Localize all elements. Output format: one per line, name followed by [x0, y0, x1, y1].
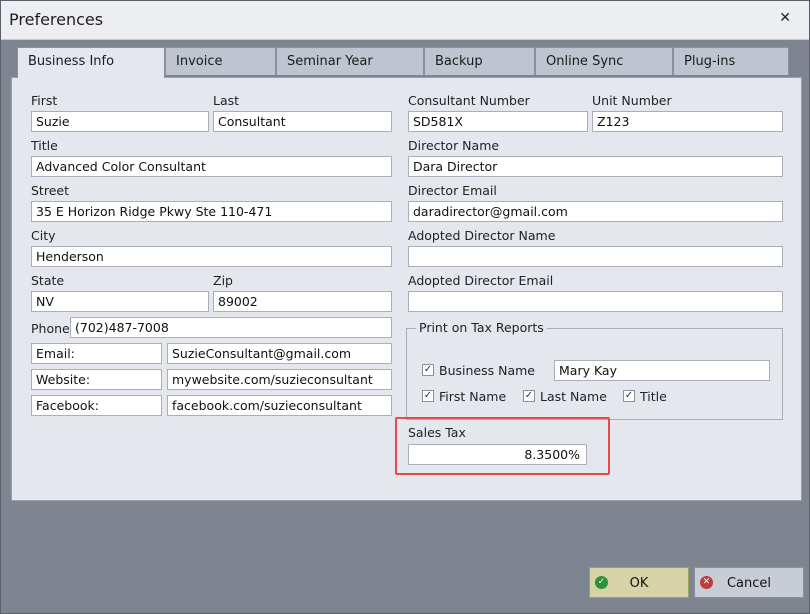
first-label: First	[31, 93, 58, 108]
last-name-label: Last Name	[540, 389, 607, 404]
adopted-director-name-label: Adopted Director Name	[408, 228, 556, 243]
tab-plug-ins[interactable]: Plug-ins	[673, 47, 789, 75]
director-email-label: Director Email	[408, 183, 497, 198]
city-input[interactable]: Henderson	[31, 246, 392, 267]
director-name-input[interactable]: Dara Director	[408, 156, 783, 177]
ok-button[interactable]: ✓ OK	[589, 567, 689, 598]
street-label: Street	[31, 183, 69, 198]
state-input[interactable]: NV	[31, 291, 209, 312]
tab-invoice[interactable]: Invoice	[165, 47, 276, 75]
website-type-label[interactable]: Website:	[31, 369, 162, 390]
phone-label: Phone	[31, 321, 70, 336]
adopted-director-name-input[interactable]	[408, 246, 783, 267]
state-label: State	[31, 273, 65, 288]
tab-online-sync[interactable]: Online Sync	[535, 47, 673, 75]
title-checkbox[interactable]: ✓	[623, 390, 635, 402]
zip-input[interactable]: 89002	[213, 291, 392, 312]
cancel-label: Cancel	[726, 576, 772, 591]
last-name-checkbox[interactable]: ✓	[523, 390, 535, 402]
email-type-label[interactable]: Email:	[31, 343, 162, 364]
first-name-checkbox[interactable]: ✓	[422, 390, 434, 402]
street-input[interactable]: 35 E Horizon Ridge Pkwy Ste 110-471	[31, 201, 392, 222]
first-input[interactable]: Suzie	[31, 111, 209, 132]
last-input[interactable]: Consultant	[213, 111, 392, 132]
sales-tax-highlight	[395, 417, 610, 475]
ok-label: OK	[629, 576, 649, 591]
checkmark-icon: ✓	[423, 364, 433, 375]
phone-input[interactable]: (702)487-7008	[70, 317, 392, 338]
title-bar: Preferences ✕	[1, 1, 809, 40]
email-input[interactable]: SuzieConsultant@gmail.com	[167, 343, 392, 364]
business-name-input[interactable]: Mary Kay	[554, 360, 770, 381]
business-name-checkbox[interactable]: ✓	[422, 364, 434, 376]
preferences-window: Preferences ✕ Business Info Invoice Semi…	[0, 0, 810, 614]
checkmark-icon: ✓	[423, 390, 433, 401]
tab-business-info[interactable]: Business Info	[17, 47, 165, 78]
consultant-number-label: Consultant Number	[408, 93, 530, 108]
zip-label: Zip	[213, 273, 233, 288]
unit-number-input[interactable]: Z123	[592, 111, 783, 132]
tab-seminar-year[interactable]: Seminar Year	[276, 47, 424, 75]
adopted-director-email-input[interactable]	[408, 291, 783, 312]
checkmark-icon: ✓	[524, 390, 534, 401]
title-label: Title	[31, 138, 58, 153]
unit-number-label: Unit Number	[592, 93, 672, 108]
city-label: City	[31, 228, 56, 243]
facebook-input[interactable]: facebook.com/suzieconsultant	[167, 395, 392, 416]
close-icon[interactable]: ✕	[779, 10, 791, 26]
business-name-label: Business Name	[439, 363, 535, 378]
facebook-type-label[interactable]: Facebook:	[31, 395, 162, 416]
title-checkbox-label: Title	[640, 389, 667, 404]
cancel-button[interactable]: ✕ Cancel	[694, 567, 804, 598]
consultant-number-input[interactable]: SD581X	[408, 111, 588, 132]
checkmark-icon: ✓	[624, 390, 634, 401]
last-label: Last	[213, 93, 240, 108]
tab-backup[interactable]: Backup	[424, 47, 535, 75]
tax-reports-title: Print on Tax Reports	[416, 320, 547, 335]
window-title: Preferences	[9, 10, 104, 29]
director-name-label: Director Name	[408, 138, 500, 153]
website-input[interactable]: mywebsite.com/suzieconsultant	[167, 369, 392, 390]
director-email-input[interactable]: daradirector@gmail.com	[408, 201, 783, 222]
first-name-label: First Name	[439, 389, 507, 404]
adopted-director-email-label: Adopted Director Email	[408, 273, 554, 288]
title-input[interactable]: Advanced Color Consultant	[31, 156, 392, 177]
